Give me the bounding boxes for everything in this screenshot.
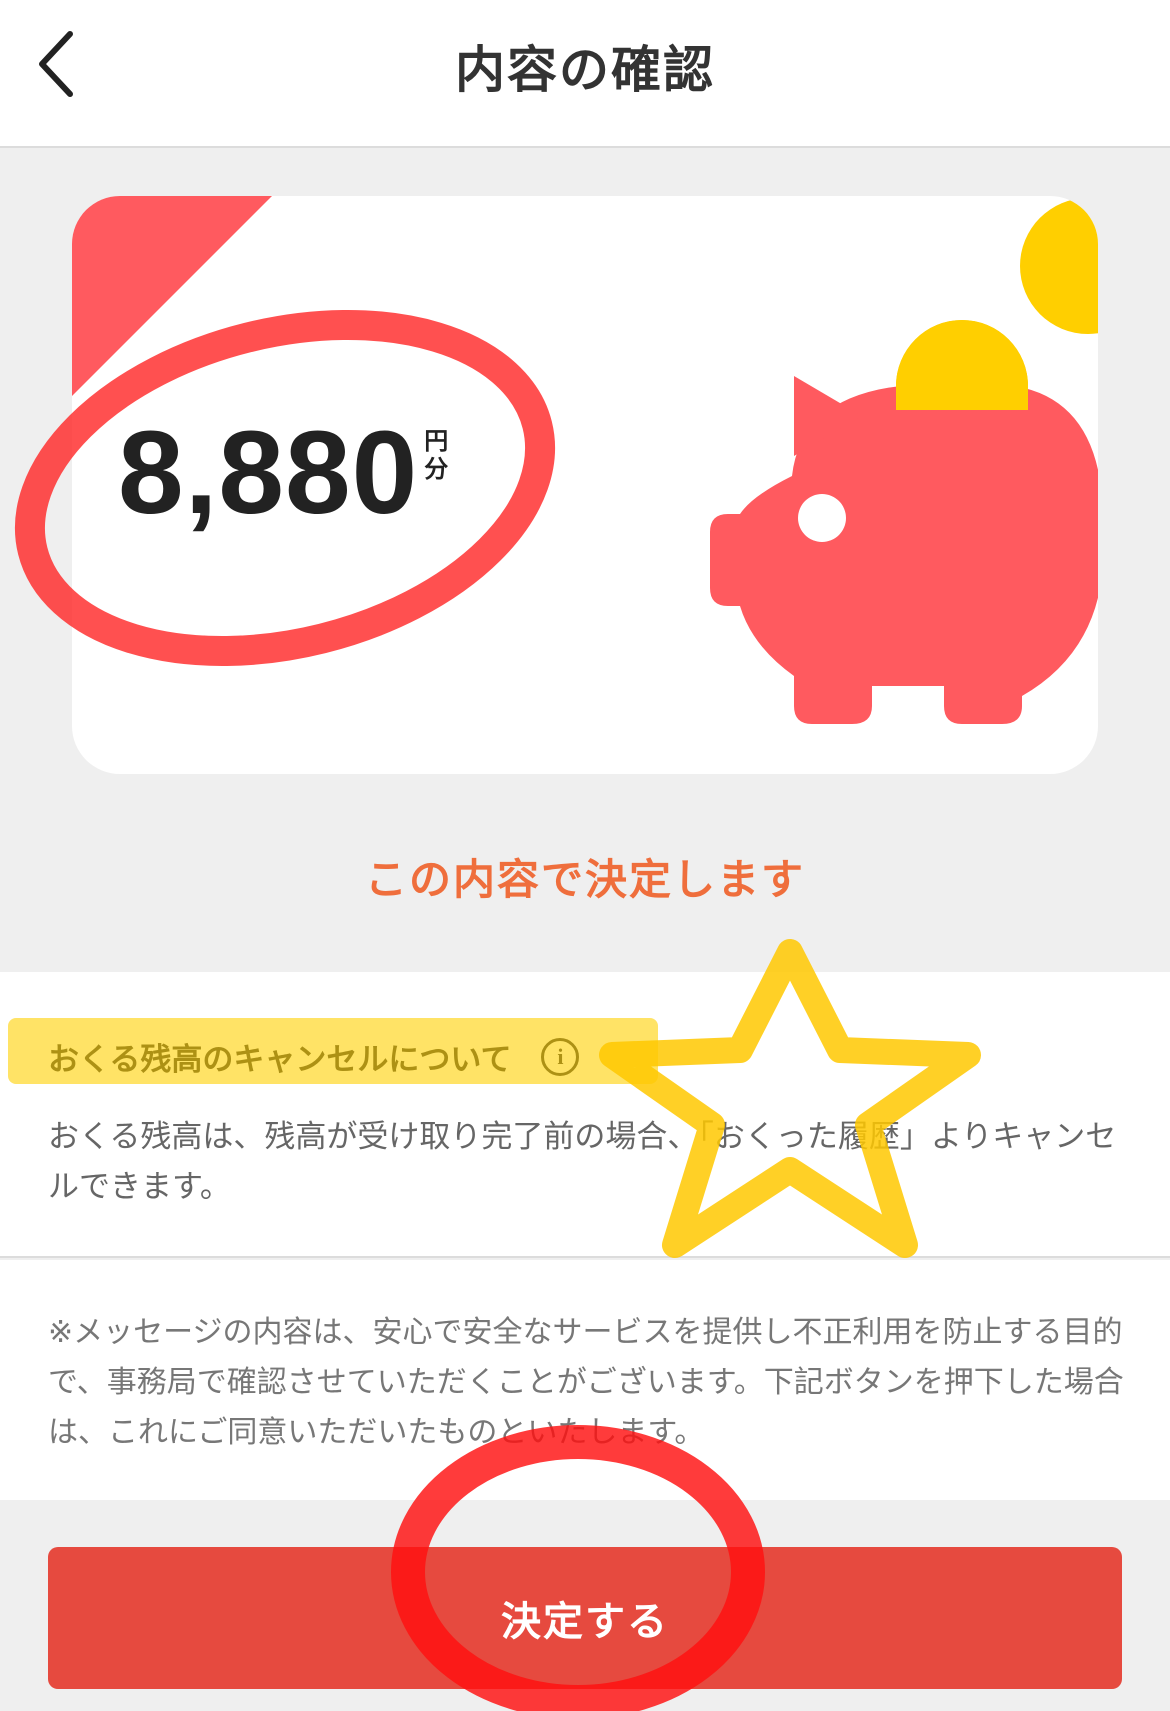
confirm-message: この内容で決定します: [364, 855, 805, 904]
cancel-info-title: おくる残高のキャンセルについて: [48, 1042, 512, 1078]
amount-display: 8,880 円 分: [118, 414, 448, 532]
cancel-info-text: おくる残高は、残高が受け取り完了前の場合、「おくった履歴」よりキャンセルできます…: [48, 1119, 1117, 1205]
confirmation-screen: 内容の確認 8,880 円 分 この内容で決定します おくる残高のキャンセルにつ…: [0, 0, 1170, 1711]
notice-text: ※メッセージの内容は、安心で安全なサービスを提供し不正利用を防止する目的で、事務…: [48, 1315, 1124, 1450]
header-bar: 内容の確認: [0, 0, 1170, 148]
balance-card: 8,880 円 分: [72, 196, 1098, 774]
unit-bun: 分: [424, 454, 449, 483]
submit-button[interactable]: 決定する: [48, 1547, 1122, 1689]
info-icon[interactable]: i: [541, 1037, 580, 1076]
amount-value: 8,880: [118, 407, 419, 539]
page-title: 内容の確認: [455, 41, 715, 99]
cancel-info-section: おくる残高のキャンセルについて i おくる残高は、残高が受け取り完了前の場合、「…: [0, 972, 1170, 1258]
cancel-info-heading[interactable]: おくる残高のキャンセルについて i: [48, 1034, 580, 1079]
notice-section: ※メッセージの内容は、安心で安全なサービスを提供し不正利用を防止する目的で、事務…: [0, 1260, 1170, 1500]
amount-unit: 円 分: [424, 427, 449, 483]
unit-yen: 円: [424, 427, 449, 455]
